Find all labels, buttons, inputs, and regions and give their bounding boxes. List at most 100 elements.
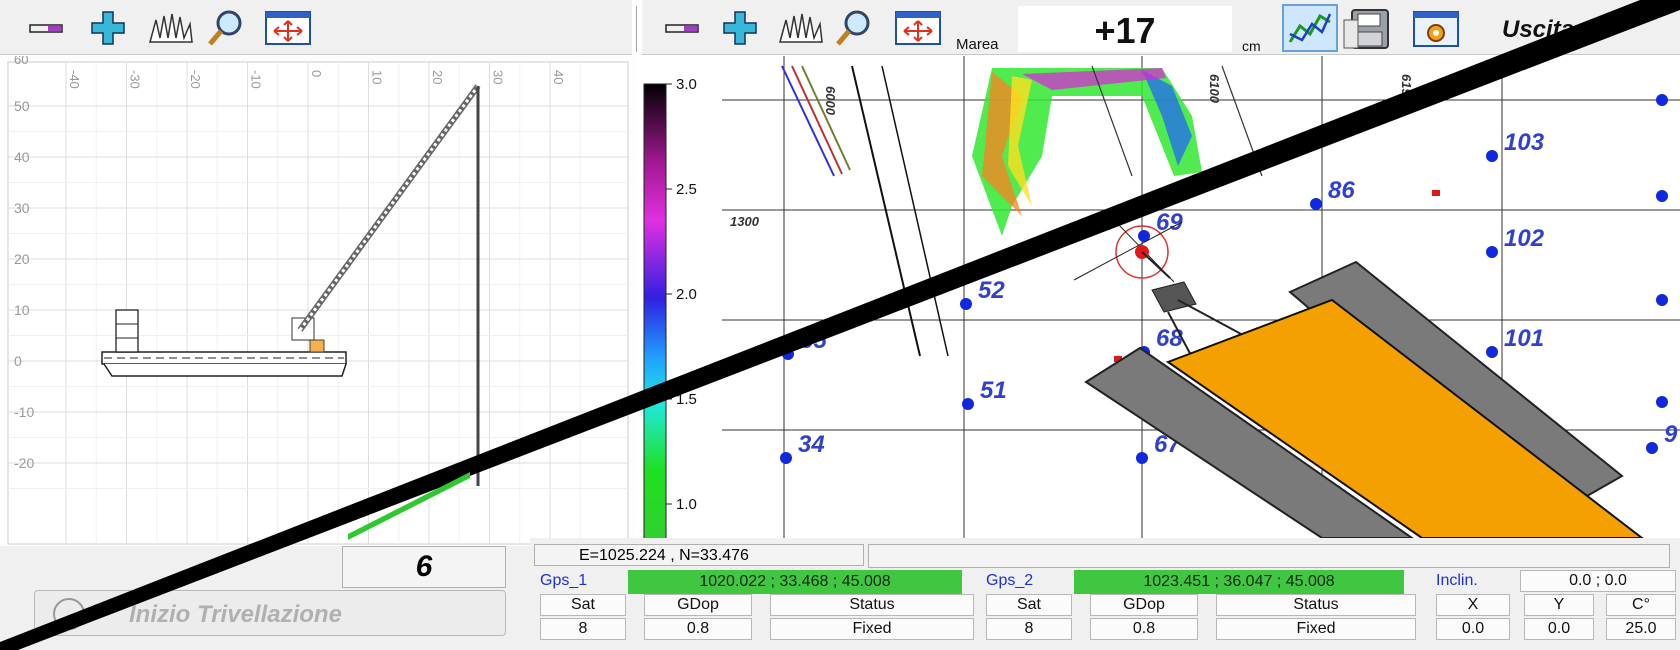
tide-value: +17 xyxy=(1094,10,1156,51)
survey-point-label: 68 xyxy=(1156,325,1183,352)
inclin-c-header: C° xyxy=(1606,594,1676,616)
survey-point-marker[interactable] xyxy=(960,298,972,310)
coords-readout-spare xyxy=(868,544,1670,568)
x-tick-label: 30 xyxy=(491,70,506,84)
survey-point-marker[interactable] xyxy=(782,348,794,360)
survey-point-marker[interactable] xyxy=(1656,294,1668,306)
gps2-label: Gps_2 xyxy=(986,572,1034,589)
chart-toggle-icon[interactable] xyxy=(1282,4,1338,52)
zoom-in-icon[interactable] xyxy=(88,8,128,48)
x-tick-label: -20 xyxy=(188,70,203,89)
x-tick-label: 10 xyxy=(370,70,385,84)
y-tick-label: 30 xyxy=(14,200,30,216)
zoom-out-icon[interactable] xyxy=(26,8,66,48)
zoom-out-icon[interactable] xyxy=(662,8,702,48)
survey-point-marker[interactable] xyxy=(780,452,792,464)
survey-point-label: 86 xyxy=(1328,177,1355,204)
survey-point-marker[interactable] xyxy=(1486,246,1498,258)
magnifier-icon[interactable] xyxy=(834,8,874,48)
colorbar-tick-label: 2.0 xyxy=(676,286,697,303)
exit-button[interactable]: Uscita xyxy=(1502,16,1574,44)
right-toolbar: Marea +17 cm Uscita xyxy=(642,0,1680,55)
gps2-position: 1023.451 ; 36.047 ; 45.008 xyxy=(1074,570,1404,594)
survey-point-label: 51 xyxy=(980,377,1007,404)
start-drilling-button[interactable]: Inizio Trivellazione xyxy=(34,590,506,636)
magnifier-icon[interactable] xyxy=(206,8,246,48)
grid-label-619: 619 xyxy=(1399,74,1414,96)
y-tick-label: 40 xyxy=(14,149,30,165)
survey-point-marker[interactable] xyxy=(1486,150,1498,162)
gps2-gdop: 0.8 xyxy=(1090,618,1198,640)
survey-point-marker[interactable] xyxy=(1656,396,1668,408)
gps1-status-header: Status xyxy=(770,594,974,616)
x-tick-label: -10 xyxy=(249,70,264,89)
survey-point-label: 102 xyxy=(1504,225,1545,252)
pan-hand-icon[interactable] xyxy=(146,8,196,48)
fit-extent-icon[interactable] xyxy=(894,8,942,48)
drill-status-icon xyxy=(53,598,85,630)
grid-label-6100: 6100 xyxy=(1207,74,1222,104)
start-drilling-label: Inizio Trivellazione xyxy=(129,601,342,628)
survey-point-marker[interactable] xyxy=(1310,198,1322,210)
grid-label-6000: 6000 xyxy=(823,86,838,116)
gps1-label: Gps_1 xyxy=(540,572,588,589)
y-tick-label: -10 xyxy=(14,404,34,420)
colorbar-tick-label: 1.5 xyxy=(676,391,697,408)
gps1-gdop-header: GDop xyxy=(644,594,752,616)
survey-point-marker[interactable] xyxy=(962,398,974,410)
inclin-value: 0.0 ; 0.0 xyxy=(1520,570,1676,592)
survey-point-label: 35 xyxy=(800,327,827,354)
survey-point-marker[interactable] xyxy=(1136,452,1148,464)
y-tick-label: 20 xyxy=(14,251,30,267)
x-tick-label: 0 xyxy=(309,70,324,77)
x-tick-label: -40 xyxy=(67,70,82,89)
gps1-gdop: 0.8 xyxy=(644,618,752,640)
survey-point-marker[interactable] xyxy=(1656,94,1668,106)
survey-point-marker[interactable] xyxy=(1656,190,1668,202)
side-view-panel: -40 -30 -20 -10 0 10 20 30 40 50403020100-10-20 … xyxy=(0,56,636,546)
inclin-y-header: Y xyxy=(1524,594,1594,616)
gps2-status-header: Status xyxy=(1216,594,1416,616)
save-disk-icon[interactable] xyxy=(1342,6,1394,52)
fit-extent-icon[interactable] xyxy=(264,8,312,48)
x-tick-label: 20 xyxy=(430,70,445,84)
x-tick-label: -30 xyxy=(128,70,143,89)
settings-icon[interactable] xyxy=(1412,10,1460,48)
tide-unit: cm xyxy=(1242,38,1261,54)
tide-label: Marea xyxy=(956,36,999,53)
survey-point-label: 69 xyxy=(1156,209,1183,236)
survey-point-label: 9 xyxy=(1664,421,1678,448)
inclin-label: Inclin. xyxy=(1436,572,1478,589)
gps2-sat-header: Sat xyxy=(986,594,1072,616)
tide-display: +17 xyxy=(1018,6,1232,52)
grid-label-1300: 1300 xyxy=(730,214,760,229)
gps1-sat-header: Sat xyxy=(540,594,626,616)
y-tick-label: 50 xyxy=(14,98,30,114)
side-view-top-tick: 60 xyxy=(14,56,28,67)
survey-point-marker[interactable] xyxy=(1646,442,1658,454)
gps1-sat: 8 xyxy=(540,618,626,640)
gps1-status: Fixed xyxy=(770,618,974,640)
survey-point-label: 52 xyxy=(978,277,1005,304)
y-tick-label: -20 xyxy=(14,455,34,471)
colorbar-tick-label: 2.5 xyxy=(676,181,697,198)
survey-point-marker[interactable] xyxy=(1486,346,1498,358)
survey-point-label: 103 xyxy=(1504,129,1545,156)
pan-hand-icon[interactable] xyxy=(776,8,826,48)
x-tick-label: 40 xyxy=(551,70,566,84)
y-tick-label: 0 xyxy=(14,353,22,369)
gps1-position: 1020.022 ; 33.468 ; 45.008 xyxy=(628,570,962,594)
gps2-gdop-header: GDop xyxy=(1090,594,1198,616)
inclin-x: 0.0 xyxy=(1436,618,1510,640)
y-tick-label: 10 xyxy=(14,302,30,318)
coords-readout: E=1025.224 , N=33.476 xyxy=(534,544,864,566)
survey-point-label: 101 xyxy=(1504,325,1544,352)
inclin-c: 25.0 xyxy=(1606,618,1676,640)
gps-status-panel: E=1025.224 , N=33.476 Gps_1 1020.022 ; 3… xyxy=(530,538,1680,650)
zoom-in-icon[interactable] xyxy=(720,8,760,48)
plan-view-map: 6000 6100 619 1300 52 103861026952101356… xyxy=(722,56,1680,538)
survey-point-label: 34 xyxy=(798,431,825,458)
depth-counter: 6 xyxy=(342,546,506,588)
inclin-y: 0.0 xyxy=(1524,618,1594,640)
left-toolbar xyxy=(0,0,632,55)
